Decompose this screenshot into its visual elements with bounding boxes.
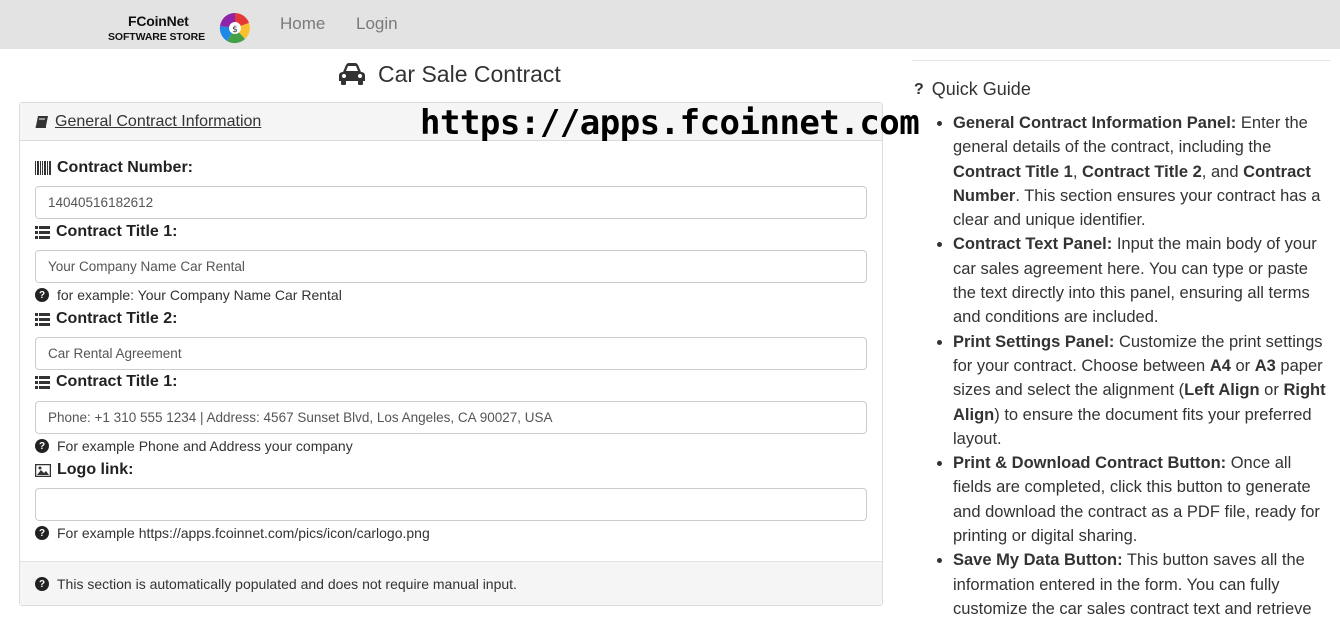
logo-link-label: Logo link: bbox=[35, 461, 133, 479]
question-circle-icon: ? bbox=[35, 526, 49, 540]
guide-item-bold-text: General Contract Information Panel: bbox=[953, 114, 1237, 132]
contract-title1-help: ? for example: Your Company Name Car Ren… bbox=[35, 287, 342, 303]
contract-number-label-text: Contract Number: bbox=[57, 159, 194, 176]
question-icon: ? bbox=[914, 80, 924, 98]
contract-title3-label-text: Contract Title 1: bbox=[56, 373, 178, 390]
panel-header-title: General Contract Information bbox=[55, 113, 262, 130]
guide-item-bold-text: Contract Text Panel: bbox=[953, 235, 1113, 254]
general-info-panel: General Contract Information https://app… bbox=[19, 102, 920, 606]
logo-link-help: ? For example https://apps.fcoinnet.com/… bbox=[35, 525, 430, 541]
guide-item-bold-text: A3 bbox=[1254, 356, 1276, 375]
quick-guide-title: Quick Guide bbox=[931, 79, 1031, 99]
question-circle-icon: ? bbox=[35, 577, 49, 591]
contract-title3-help-text: For example Phone and Address your compa… bbox=[57, 438, 353, 454]
guide-item-bold-text: Contract Title 2 bbox=[1081, 162, 1202, 181]
guide-item-bold-text: Print Settings Panel: bbox=[953, 332, 1115, 351]
contract-title3-help: ? For example Phone and Address your com… bbox=[35, 438, 353, 454]
panel-header-toggle[interactable]: General Contract Information bbox=[35, 113, 261, 131]
contract-title1-label: Contract Title 1: bbox=[35, 223, 178, 241]
contract-title3-input[interactable]: Phone: +1 310 555 1234 | Address: 4567 S… bbox=[35, 401, 867, 434]
page-title: Car Sale Contract bbox=[338, 59, 561, 89]
contract-title2-label-text: Contract Title 2: bbox=[56, 310, 178, 327]
contract-title3-label: Contract Title 1: bbox=[35, 373, 178, 391]
guide-item-bold-text: A4 bbox=[1209, 356, 1231, 375]
logo-link-label-text: Logo link: bbox=[57, 461, 134, 478]
image-icon bbox=[35, 463, 51, 477]
guide-item-bold-text: Left Align bbox=[1184, 381, 1260, 400]
list-icon bbox=[35, 312, 50, 326]
book-icon bbox=[35, 115, 48, 128]
panel-header: General Contract Information https://app… bbox=[20, 103, 920, 143]
question-circle-icon: ? bbox=[35, 288, 49, 302]
guide-divider bbox=[912, 60, 1330, 61]
guide-item: Save My Data Button: This button saves a… bbox=[953, 548, 1333, 621]
barcode-icon bbox=[35, 161, 51, 175]
contract-title2-label: Contract Title 2: bbox=[35, 310, 178, 328]
brand-logo-link[interactable]: FCoinNet SOFTWARE STORE $ bbox=[106, 10, 252, 46]
svg-text:$: $ bbox=[232, 25, 238, 35]
quick-guide-list: General Contract Information Panel: Ente… bbox=[933, 111, 1333, 621]
panel-footer-note: ? This section is automatically populate… bbox=[35, 576, 517, 592]
guide-item: Contract Text Panel: Input the main body… bbox=[953, 232, 1333, 329]
question-circle-icon: ? bbox=[35, 439, 49, 453]
panel-footer: ? This section is automatically populate… bbox=[20, 561, 882, 605]
brand-tagline: SOFTWARE STORE bbox=[108, 31, 205, 43]
guide-item-text: or bbox=[1259, 381, 1284, 400]
quick-guide-heading: ? Quick Guide bbox=[914, 79, 1031, 100]
guide-item-bold-text: Save My Data Button: bbox=[953, 551, 1123, 570]
nav-login-link[interactable]: Login bbox=[356, 14, 398, 34]
guide-item: Print Settings Panel: Customize the prin… bbox=[953, 330, 1333, 451]
brand-logo-icon: $ bbox=[219, 12, 250, 44]
contract-title1-help-text: for example: Your Company Name Car Renta… bbox=[57, 287, 342, 303]
logo-link-input[interactable] bbox=[35, 488, 867, 521]
guide-item-bold-text: Print & Download Contract Button: bbox=[953, 454, 1227, 473]
contract-title1-input[interactable]: Your Company Name Car Rental bbox=[35, 250, 867, 283]
guide-item-text: or bbox=[1230, 356, 1255, 375]
panel-footer-note-text: This section is automatically populated … bbox=[57, 576, 517, 592]
guide-item: General Contract Information Panel: Ente… bbox=[953, 111, 1333, 232]
nav-home-link[interactable]: Home bbox=[280, 14, 325, 34]
list-icon bbox=[35, 375, 50, 389]
list-icon bbox=[35, 225, 50, 239]
guide-item: Print & Download Contract Button: Once a… bbox=[953, 451, 1333, 548]
guide-item-bold-text: Contract Title 1 bbox=[953, 162, 1073, 181]
top-navbar: FCoinNet SOFTWARE STORE $ Home Login bbox=[0, 0, 1340, 49]
logo-link-help-text: For example https://apps.fcoinnet.com/pi… bbox=[57, 525, 430, 541]
contract-title1-label-text: Contract Title 1: bbox=[56, 223, 178, 240]
contract-number-label: Contract Number: bbox=[35, 159, 193, 177]
contract-number-input[interactable]: 14040516182612 bbox=[35, 186, 867, 219]
guide-item-text: , bbox=[1072, 162, 1082, 181]
guide-item-text: ) to ensure the document fits your prefe… bbox=[953, 405, 1312, 448]
contract-title2-input[interactable]: Car Rental Agreement bbox=[35, 337, 867, 370]
brand-name: FCoinNet bbox=[128, 13, 189, 29]
guide-item-text: , and bbox=[1201, 162, 1244, 181]
watermark-url: https://apps.fcoinnet.com bbox=[420, 103, 920, 143]
page-title-text: Car Sale Contract bbox=[378, 60, 561, 87]
car-icon bbox=[339, 63, 365, 85]
